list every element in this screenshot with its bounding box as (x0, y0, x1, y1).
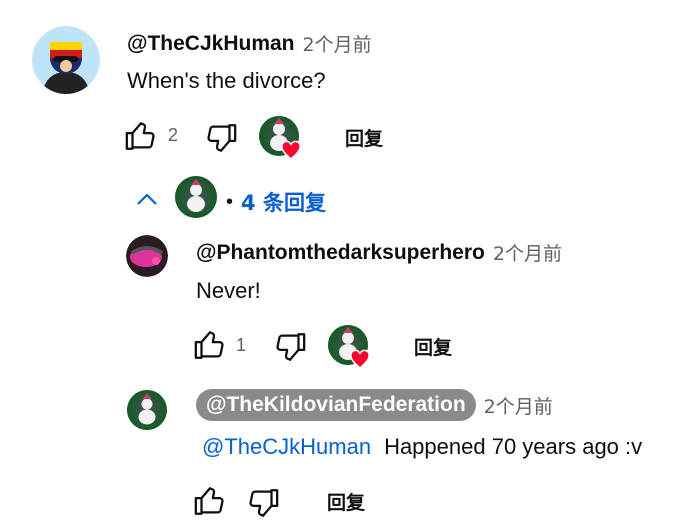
reply1-like-button[interactable] (193, 328, 227, 362)
reply1-author[interactable]: @Phantomthedarksuperhero (196, 241, 485, 265)
thumbs-up-icon (193, 328, 227, 362)
dislike-button[interactable] (204, 121, 238, 155)
reply1-creator-heart-badge (327, 324, 373, 370)
comment-text: When's the divorce? (127, 68, 326, 93)
avatar-phantom[interactable] (126, 235, 168, 277)
replier-avatar (174, 175, 218, 219)
like-count: 2 (168, 125, 179, 145)
reply1-reply-button[interactable]: 回复 (414, 333, 452, 360)
comment-time[interactable]: 2个月前 (303, 30, 372, 57)
reply1-time[interactable]: 2个月前 (493, 239, 562, 266)
reply2-author-creator-pill[interactable]: @TheKildovianFederation (196, 389, 476, 421)
reply2-reply-button[interactable]: 回复 (327, 488, 365, 515)
creator-heart-badge (258, 115, 304, 161)
replies-count[interactable]: 4 条回复 (241, 187, 326, 217)
reply1-dislike-button[interactable] (273, 330, 307, 364)
avatar-kildovian[interactable] (126, 389, 168, 431)
replies-toggle[interactable]: • 4 条回复 (226, 187, 326, 217)
reply2-time[interactable]: 2个月前 (484, 392, 553, 419)
reply2-dislike-button[interactable] (246, 486, 280, 520)
comment-author[interactable]: @TheCJkHuman (127, 32, 295, 56)
thumbs-down-icon (273, 330, 307, 364)
reply2-text: Happened 70 years ago :v (384, 434, 643, 459)
reply1-text: Never! (196, 278, 261, 303)
thumbs-up-icon (124, 119, 158, 153)
thumbs-down-icon (246, 486, 280, 520)
thumbs-up-icon (193, 484, 227, 518)
reply2-mention-link[interactable]: @TheCJkHuman (202, 434, 371, 460)
chevron-up-icon[interactable] (135, 190, 159, 208)
avatar-thecjkhuman[interactable] (32, 26, 100, 94)
separator-dot: • (226, 190, 234, 213)
like-button[interactable] (124, 119, 158, 153)
reply-button[interactable]: 回复 (345, 124, 383, 151)
reply2-like-button[interactable] (193, 484, 227, 518)
reply1-like-count: 1 (236, 335, 247, 355)
thumbs-down-icon (204, 121, 238, 155)
